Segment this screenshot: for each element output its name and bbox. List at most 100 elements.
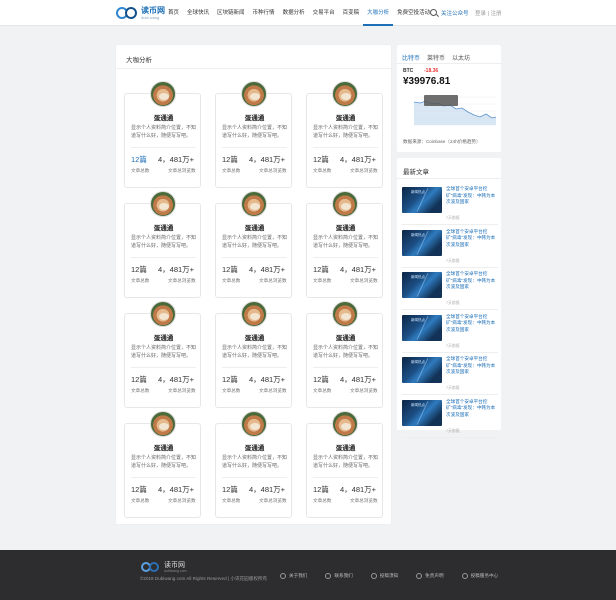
about-icon xyxy=(280,573,286,579)
author-card[interactable]: 蛋通通 显示个人资料简介位置，不知道写什么好，随便写写吧。 12篇 4，481万+ 文章… xyxy=(306,191,384,298)
news-item[interactable]: 新闻热点 全球首个安卓平台挖矿"病毒"发现：中韩为本次波及国家 7天前报 xyxy=(402,356,498,395)
news-title[interactable]: 全球首个安卓平台挖矿"病毒"发现：中韩为本次波及国家 xyxy=(446,186,498,206)
top-navbar: 读币网 dubi wang 首页 全球快讯 区块链新闻 币种行情 数据分析 交易… xyxy=(0,0,616,26)
total-views: 4，481万+ xyxy=(249,155,286,164)
latest-articles-title: 最新文章 xyxy=(403,169,429,176)
news-title[interactable]: 全球首个安卓平台挖矿"病毒"发现：中韩为本次波及国家 xyxy=(446,314,498,334)
footer-domain: dubiwang.com xyxy=(164,569,187,573)
search-icon[interactable] xyxy=(430,9,437,16)
news-thumbnail[interactable]: 新闻热点 xyxy=(402,272,442,298)
news-title[interactable]: 全球首个安卓平台挖矿"病毒"发现：中韩为本次波及国家 xyxy=(446,229,498,249)
footer-link-label: 投稿须知 xyxy=(379,573,399,578)
author-card[interactable]: 蛋通通 显示个人资料简介位置，不知道写什么好，随便写写吧。 12篇 4，481万+ 文章… xyxy=(215,81,293,188)
author-name[interactable]: 蛋通通 xyxy=(216,222,293,232)
author-name[interactable]: 蛋通通 xyxy=(307,222,384,232)
news-item[interactable]: 新闻热点 全球首个安卓平台挖矿"病毒"发现：中韩为本次波及国家 7天前报 xyxy=(402,186,498,225)
nav-item-expert-analysis[interactable]: 大咖分析 xyxy=(363,0,394,26)
main-nav: 首页 全球快讯 区块链新闻 币种行情 数据分析 交易平台 百变稿 大咖分析 免费… xyxy=(164,0,434,26)
footer-link-about[interactable]: 关于我们 xyxy=(280,573,307,579)
follow-wechat-link[interactable]: 关注公众号 xyxy=(441,9,469,17)
footer-logo[interactable]: 读币网 dubiwang.com xyxy=(141,562,187,574)
footer-link-contact[interactable]: 联系我们 xyxy=(325,573,353,579)
author-card[interactable]: 蛋通通 显示个人资料简介位置，不知道写什么好，随便写写吧。 12篇 4，481万+ 文章… xyxy=(306,301,384,408)
footer-link-disclaimer[interactable]: 免责声明 xyxy=(416,573,444,579)
news-thumbnail[interactable]: 新闻热点 xyxy=(402,229,442,256)
news-tag: 新闻热点 xyxy=(411,275,425,279)
author-card[interactable]: 蛋通通 显示个人资料简介位置，不知道写什么好，随便写写吧。 12篇 4，481万+ 文章… xyxy=(124,411,202,518)
avatar[interactable] xyxy=(332,411,358,437)
news-item[interactable]: 新闻热点 全球首个安卓平台挖矿"病毒"发现：中韩为本次波及国家 7天前报 xyxy=(402,314,498,353)
footer-link-submission[interactable]: 投稿须知 xyxy=(370,573,399,579)
avatar[interactable] xyxy=(332,81,358,107)
total-views-label: 文章总浏览数 xyxy=(259,388,287,393)
avatar[interactable] xyxy=(332,191,358,217)
news-time: 7天前报 xyxy=(446,301,460,305)
avatar[interactable] xyxy=(241,411,267,437)
nav-item-data-analysis[interactable]: 数据分析 xyxy=(279,0,309,26)
avatar[interactable] xyxy=(150,301,176,327)
nav-item-flash-news[interactable]: 全球快讯 xyxy=(183,0,213,26)
article-count: 12篇 xyxy=(313,375,329,384)
nav-item-airdrop[interactable]: 免费空投活动 xyxy=(393,0,434,26)
price-trend-chart[interactable] xyxy=(400,91,498,131)
avatar[interactable] xyxy=(241,191,267,217)
author-name[interactable]: 蛋通通 xyxy=(307,112,384,122)
author-name[interactable]: 蛋通通 xyxy=(307,332,384,342)
article-count-label: 文章总数 xyxy=(313,498,332,503)
article-count: 12篇 xyxy=(222,375,238,384)
news-title[interactable]: 全球首个安卓平台挖矿"病毒"发现：中韩为本次波及国家 xyxy=(446,356,498,376)
author-name[interactable]: 蛋通通 xyxy=(216,112,293,122)
author-name[interactable]: 蛋通通 xyxy=(125,332,202,342)
author-card[interactable]: 蛋通通 显示个人资料简介位置，不知道写什么好，随便写写吧。 12篇 4，481万+ 文章… xyxy=(215,301,293,408)
author-card[interactable]: 蛋通通 显示个人资料简介位置，不知道写什么好，随便写写吧。 12篇 4，481万+ 文章… xyxy=(306,411,384,518)
coin-symbol: BTC xyxy=(403,68,414,74)
article-count: 12篇 xyxy=(313,155,329,164)
author-name[interactable]: 蛋通通 xyxy=(125,222,202,232)
tab-bitcoin[interactable]: 比特币 xyxy=(402,53,420,62)
avatar[interactable] xyxy=(332,301,358,327)
author-card[interactable]: 蛋通通 显示个人资料简介位置，不知道写什么好，随便写写吧。 12篇 4，481万+ 文章… xyxy=(215,411,293,518)
author-card[interactable]: 蛋通通 显示个人资料简介位置，不知道写什么好，随便写写吧。 12篇 4，481万+ 文章… xyxy=(124,191,202,298)
news-item[interactable]: 新闻热点 全球首个安卓平台挖矿"病毒"发现：中韩为本次波及国家 7天前报 xyxy=(402,399,498,438)
article-count: 12篇 xyxy=(313,265,329,274)
author-card[interactable]: 蛋通通 显示个人资料简介位置，不知道写什么好，随便写写吧。 12篇 4，481万+ 文章… xyxy=(215,191,293,298)
author-name[interactable]: 蛋通通 xyxy=(307,442,384,452)
author-name[interactable]: 蛋通通 xyxy=(125,442,202,452)
author-bio: 显示个人资料简介位置，不知道写什么好，随便写写吧。 xyxy=(131,345,197,359)
news-title[interactable]: 全球首个安卓平台挖矿"病毒"发现：中韩为本次波及国家 xyxy=(446,271,498,291)
site-logo[interactable]: 读币网 dubi wang xyxy=(116,6,165,20)
news-thumbnail[interactable]: 新闻热点 xyxy=(402,314,442,341)
news-time: 7天前报 xyxy=(446,258,460,263)
nav-item-market[interactable]: 币种行情 xyxy=(249,0,279,26)
avatar[interactable] xyxy=(150,191,176,217)
news-tag: 新闻热点 xyxy=(411,317,425,322)
news-item[interactable]: 新闻热点 全球首个安卓平台挖矿"病毒"发现：中韩为本次波及国家 7天前报 xyxy=(402,271,498,310)
footer-link-service[interactable]: 投稿服务中心 xyxy=(461,573,498,579)
news-title[interactable]: 全球首个安卓平台挖矿"病毒"发现：中韩为本次波及国家 xyxy=(446,399,498,419)
total-views-label: 文章总浏览数 xyxy=(168,168,196,173)
author-card[interactable]: 蛋通通 显示个人资料简介位置，不知道写什么好，随便写写吧。 12篇 4，481万+ 文章… xyxy=(124,301,202,408)
author-name[interactable]: 蛋通通 xyxy=(216,332,293,342)
news-thumbnail[interactable]: 新闻热点 xyxy=(402,357,442,383)
author-card[interactable]: 蛋通通 显示个人资料简介位置，不知道写什么好，随便写写吧。 12篇 4，481万+ 文章… xyxy=(124,81,202,188)
avatar[interactable] xyxy=(241,301,267,327)
news-item[interactable]: 新闻热点 全球首个安卓平台挖矿"病毒"发现：中韩为本次波及国家 7天前报 xyxy=(402,229,498,268)
nav-item-exchanges[interactable]: 交易平台 xyxy=(309,0,339,26)
news-thumbnail[interactable]: 新闻热点 xyxy=(402,187,442,213)
nav-item-home[interactable]: 首页 xyxy=(164,0,183,26)
avatar[interactable] xyxy=(150,81,176,107)
login-register-link[interactable]: 登录 | 注册 xyxy=(475,9,502,17)
author-card[interactable]: 蛋通通 显示个人资料简介位置，不知道写什么好，随便写写吧。 12篇 4，481万+ 文章… xyxy=(306,81,384,188)
tab-ethereum[interactable]: 以太坊 xyxy=(452,53,470,62)
article-count-label: 文章总数 xyxy=(222,388,241,393)
avatar[interactable] xyxy=(241,81,267,107)
author-bio: 显示个人资料简介位置，不知道写什么好，随便写写吧。 xyxy=(131,235,197,249)
tab-litecoin[interactable]: 莱特币 xyxy=(427,53,445,62)
total-views: 4，481万+ xyxy=(340,485,377,494)
nav-item-baibian[interactable]: 百变稿 xyxy=(339,0,364,26)
avatar[interactable] xyxy=(150,411,176,437)
author-name[interactable]: 蛋通通 xyxy=(125,112,202,122)
author-name[interactable]: 蛋通通 xyxy=(216,442,293,452)
news-thumbnail[interactable]: 新闻热点 xyxy=(402,399,442,426)
nav-item-blockchain-news[interactable]: 区块链新闻 xyxy=(213,0,249,26)
